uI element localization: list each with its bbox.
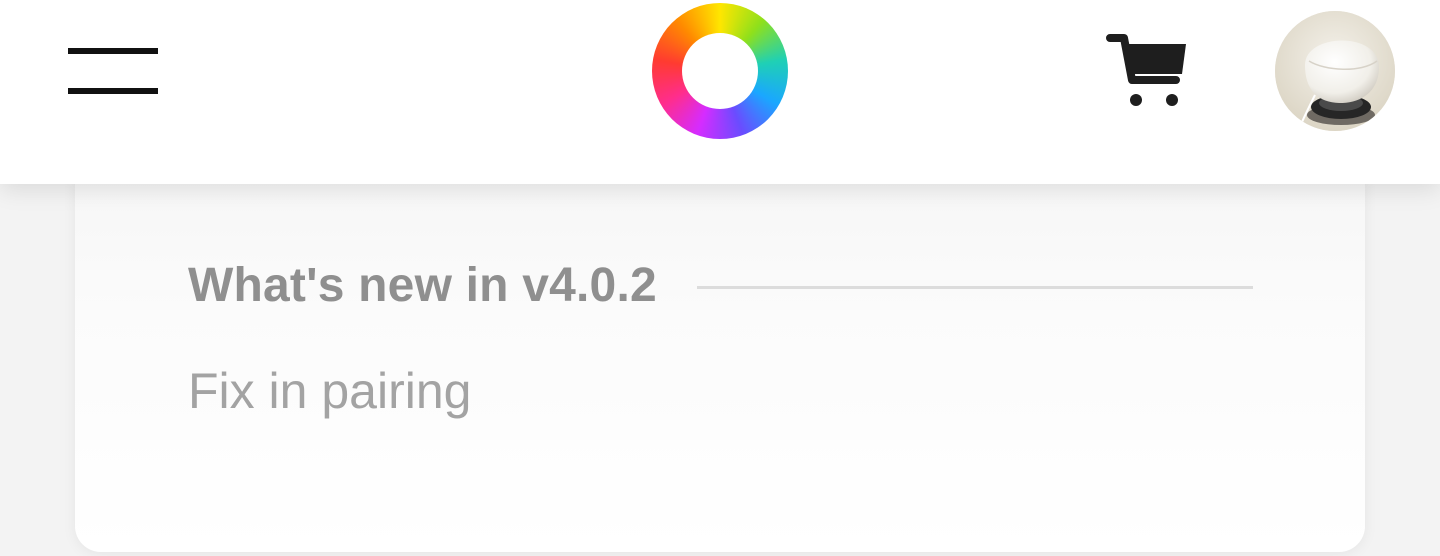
section-divider [696,286,1253,289]
release-notes-card: What's new in v4.0.2 Fix in pairing [75,150,1365,552]
menu-bar-bottom [68,88,158,94]
app-page: What's new in v4.0.2 Fix in pairing [0,0,1440,556]
rainbow-ring-logo-icon [652,3,788,139]
shopping-cart-icon-graphic [1106,34,1186,106]
avatar[interactable] [1275,11,1395,131]
app-header [0,0,1440,184]
changelog-item: Fix in pairing [188,363,472,419]
shopping-cart-icon[interactable] [1106,30,1190,110]
release-notes-header: What's new in v4.0.2 [188,258,1253,313]
device-photo-icon [1275,11,1395,131]
menu-bar-top [68,48,158,54]
hamburger-menu-icon[interactable] [68,48,158,96]
release-notes-title: What's new in v4.0.2 [188,259,657,312]
